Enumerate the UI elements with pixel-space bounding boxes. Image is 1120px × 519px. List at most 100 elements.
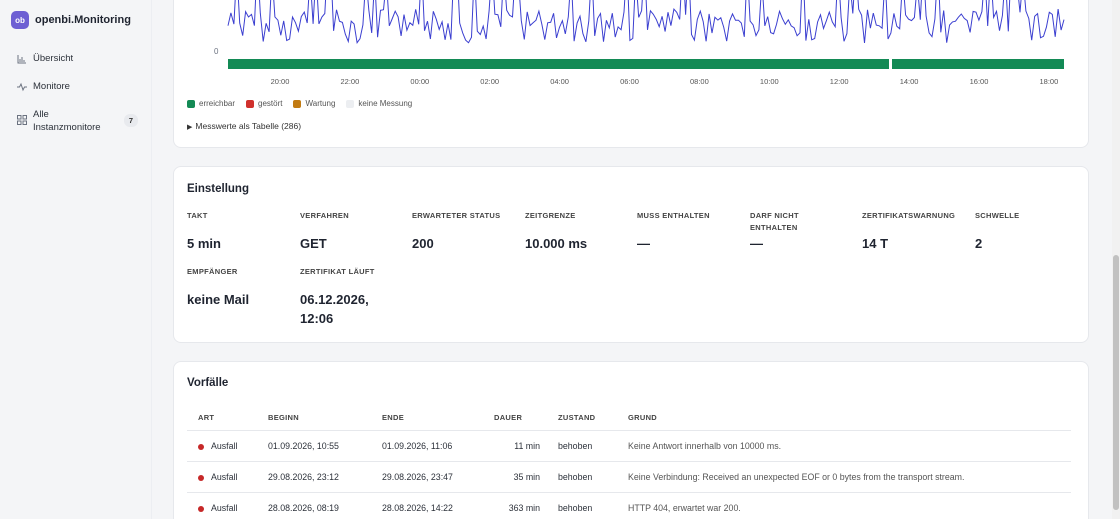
cell-ende: 29.08.2026, 23:47 — [382, 472, 453, 482]
cell-beginn: 01.09.2026, 10:55 — [268, 441, 339, 451]
chart-icon — [16, 53, 27, 64]
cell-dauer: 11 min — [514, 441, 540, 451]
cell-grund: HTTP 404, erwartet war 200. — [628, 503, 741, 513]
table-divider — [187, 492, 1071, 493]
legend-label: erreichbar — [199, 99, 236, 108]
time-tick-label: 20:00 — [270, 77, 290, 86]
chart-legend: erreichbar gestört Wartung keine Messung — [187, 99, 423, 108]
setting-value-muss-enthalten: — — [637, 236, 650, 251]
sidebar: ob openbi.Monitoring Übersicht Monitore … — [0, 0, 152, 519]
cell-dauer: 35 min — [513, 472, 540, 482]
incidents-card: Vorfälle ART BEGINN ENDE DAUER ZUSTAND G… — [173, 361, 1089, 519]
legend-item-erreichbar: erreichbar — [187, 99, 235, 108]
legend-swatch — [346, 99, 355, 108]
incident-status-dot — [198, 444, 204, 450]
sidebar-item-uebersicht[interactable]: Übersicht — [16, 53, 142, 64]
cell-zustand: behoben — [558, 503, 593, 513]
status-segment-reachable — [228, 59, 889, 69]
time-tick-label: 10:00 — [759, 77, 779, 86]
status-bar — [228, 59, 1064, 69]
incidents-title: Vorfälle — [187, 377, 229, 389]
setting-value-erwarteter-status: 200 — [412, 236, 434, 251]
caret-right-icon: ▶ — [187, 124, 193, 131]
sidebar-item-label: Monitore — [33, 81, 70, 92]
cell-dauer: 363 min — [508, 503, 540, 513]
column-header-zustand: ZUSTAND — [558, 413, 596, 422]
count-badge: 7 — [123, 114, 138, 127]
setting-label-darf-nicht-enthalten: DARF NICHT ENTHALTEN — [750, 211, 799, 232]
cell-zustand: behoben — [558, 472, 593, 482]
time-tick-label: 22:00 — [340, 77, 360, 86]
column-header-grund: GRUND — [628, 413, 657, 422]
availability-card: 0 20:00 22:00 00:00 02:00 04:00 06:00 08:00 10:… — [173, 0, 1089, 148]
incident-status-dot — [198, 506, 204, 512]
cell-zustand: behoben — [558, 441, 593, 451]
setting-value-zeitgrenze: 10.000 ms — [525, 236, 588, 251]
cell-beginn: 29.08.2026, 23:12 — [268, 472, 339, 482]
time-tick-label: 16:00 — [969, 77, 989, 86]
legend-item-keine-messung: keine Messung — [346, 99, 412, 108]
legend-item-gestoert: gestört — [246, 99, 282, 108]
legend-label: keine Messung — [358, 99, 413, 108]
column-header-ende: ENDE — [382, 413, 405, 422]
setting-label-zeitgrenze: ZEITGRENZE — [525, 211, 576, 220]
setting-label-zertifikatswarnung: ZERTIFIKATSWARNUNG — [862, 211, 956, 220]
setting-value-schwelle: 2 — [975, 236, 983, 251]
setting-label-zertifikat-laeuft: ZERTIFIKAT LÄUFT — [300, 267, 375, 276]
cell-ende: 01.09.2026, 11:06 — [382, 441, 453, 451]
setting-value-verfahren: GET — [300, 236, 327, 251]
y-axis-zero-label: 0 — [214, 47, 219, 56]
time-tick-label: 00:00 — [410, 77, 430, 86]
time-tick-label: 06:00 — [620, 77, 639, 86]
cell-art: Ausfall — [211, 441, 238, 451]
setting-value-takt: 5 min — [187, 236, 221, 251]
time-tick-label: 08:00 — [690, 77, 709, 86]
sidebar-item-alle-instanzmonitore[interactable]: Alle Instanzmonitore 7 — [16, 108, 142, 134]
time-tick-label: 18:00 — [1039, 77, 1059, 86]
incident-status-dot — [198, 475, 204, 481]
legend-item-wartung: Wartung — [293, 99, 335, 108]
page-scrollbar-thumb[interactable] — [1113, 255, 1119, 510]
legend-swatch — [293, 99, 302, 108]
column-header-beginn: BEGINN — [268, 413, 299, 422]
setting-label-verfahren: VERFAHREN — [300, 211, 349, 220]
grid-icon — [16, 114, 27, 125]
pulse-icon — [16, 81, 27, 92]
latency-series-line — [227, 0, 1065, 44]
setting-label-takt: TAKT — [187, 211, 208, 220]
time-tick-label: 14:00 — [899, 77, 919, 86]
setting-value-empfaenger: keine Mail — [187, 292, 250, 307]
latency-chart — [227, 0, 1065, 44]
brand-logo: ob — [11, 11, 29, 29]
table-divider — [187, 461, 1071, 462]
setting-label-erwarteter-status: ERWARTETER STATUS — [412, 211, 501, 220]
setting-value-zertifikatswarnung: 14 T — [862, 236, 889, 251]
table-divider — [187, 430, 1071, 431]
column-header-art: ART — [198, 413, 215, 422]
setting-label-muss-enthalten: MUSS ENTHALTEN — [637, 211, 710, 220]
settings-title: Einstellung — [187, 183, 249, 195]
measurements-table-toggle-label: Messwerte als Tabelle (286) — [195, 121, 302, 131]
time-tick-label: 12:00 — [829, 77, 849, 86]
time-tick-label: 04:00 — [550, 77, 569, 86]
legend-swatch — [246, 99, 255, 108]
legend-swatch — [187, 99, 195, 108]
time-tick-label: 02:00 — [480, 77, 500, 86]
setting-value-zertifikat-laeuft: 06.12.2026, 12:06 — [300, 292, 369, 326]
brand[interactable]: ob openbi.Monitoring — [11, 11, 131, 29]
sidebar-item-monitore[interactable]: Monitore — [16, 81, 142, 92]
sidebar-item-label: Alle Instanzmonitore — [33, 109, 101, 133]
status-segment-reachable — [892, 59, 1064, 69]
setting-label-schwelle: SCHWELLE — [975, 211, 1020, 220]
cell-grund: Keine Verbindung: Received an unexpected… — [628, 472, 965, 482]
cell-art: Ausfall — [211, 472, 238, 482]
cell-beginn: 28.08.2026, 08:19 — [268, 503, 339, 513]
page-scrollbar[interactable] — [1112, 0, 1120, 519]
measurements-table-toggle[interactable]: ▶ Messwerte als Tabelle (286) — [187, 121, 301, 131]
cell-grund: Keine Antwort innerhalb von 10000 ms. — [628, 441, 782, 451]
cell-ende: 28.08.2026, 14:22 — [382, 503, 453, 513]
column-header-dauer: DAUER — [494, 413, 523, 422]
setting-value-darf-nicht-enthalten: — — [750, 236, 763, 251]
legend-label: Wartung — [305, 99, 336, 108]
sidebar-item-label: Übersicht — [33, 53, 74, 64]
